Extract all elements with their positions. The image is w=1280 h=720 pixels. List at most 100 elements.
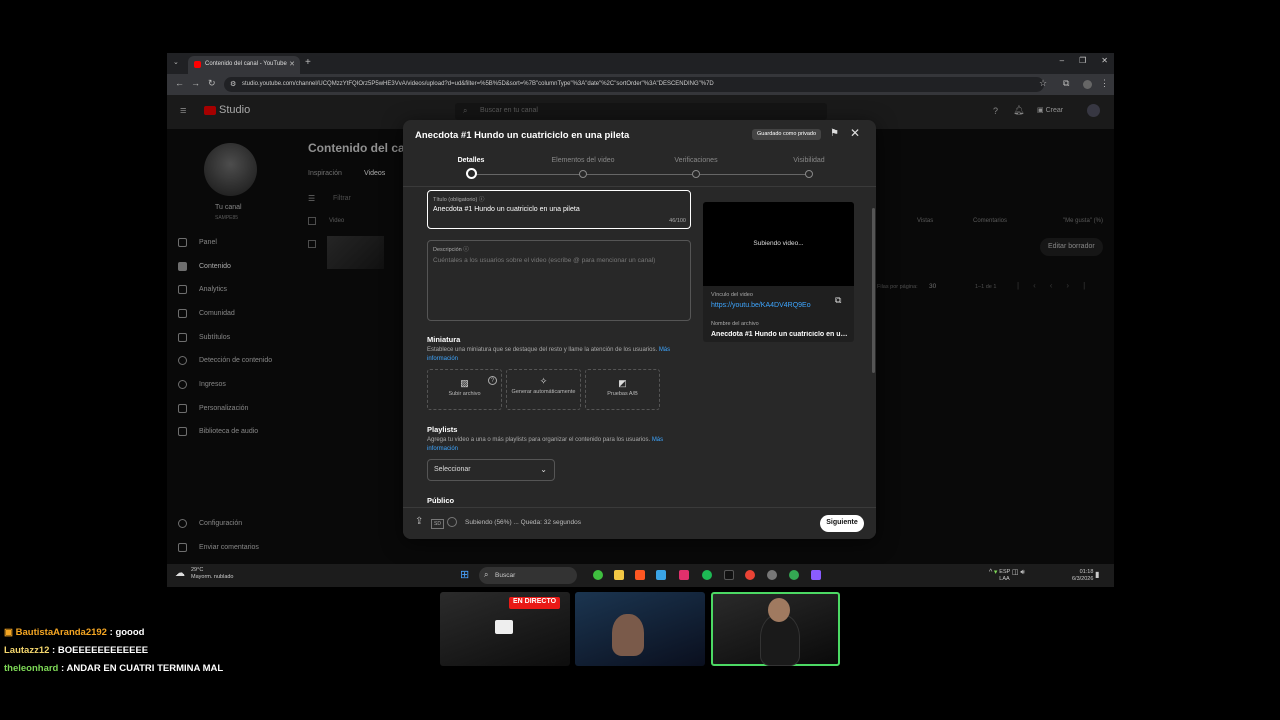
file-explorer-icon[interactable] [614, 570, 624, 580]
file-name-label: Nombre del archivo [711, 321, 759, 327]
playlist-select[interactable]: Seleccionar ⌄ [427, 459, 555, 481]
reload-icon[interactable]: ↻ [208, 78, 216, 89]
store-app-icon[interactable] [656, 570, 666, 580]
window-controls: – ❐ ✕ [1060, 56, 1108, 65]
bookmark-star-icon[interactable]: ☆ [1039, 78, 1047, 89]
chat-username: theleonhard [4, 663, 59, 674]
xbox-app-icon[interactable] [593, 570, 603, 580]
volume-icon[interactable]: ◫ 🔊︎ [1012, 569, 1025, 576]
weather-cloud-icon[interactable]: ☁ [175, 568, 185, 579]
video-link[interactable]: https://youtu.be/KA4DV4RQ9Eo [711, 302, 811, 309]
weather-temp: 29°C [191, 567, 204, 573]
chat-message: theleonhard : ANDAR EN CUATRI TERMINA MA… [4, 663, 224, 674]
step-details[interactable]: Detalles [431, 157, 511, 164]
title-char-count: 46/100 [669, 218, 686, 224]
title-label: Título (obligatorio) ⓘ [433, 197, 485, 203]
stepper-divider [403, 186, 876, 187]
tray-chevron-icon[interactable]: ^ [989, 569, 992, 576]
ab-test-button[interactable]: ◩ Pruebas A/B [585, 369, 660, 410]
taskbar-clock[interactable]: 01:18 6/3/2026 [1072, 569, 1093, 583]
youtube-favicon-icon [194, 61, 201, 68]
forward-icon[interactable]: → [191, 78, 200, 88]
tab-bar: ⌄ Contenido del canal - YouTube ✕ + – ❐ … [167, 53, 1114, 74]
step-video-elements[interactable]: Elementos del video [543, 157, 623, 164]
notifications-icon[interactable]: ▮ [1095, 570, 1099, 579]
copy-link-icon[interactable]: ⧉ [835, 295, 841, 306]
step-dot [692, 170, 700, 178]
tab-close-icon[interactable]: ✕ [289, 60, 295, 68]
new-tab-button[interactable]: + [305, 57, 311, 68]
settings-app-icon[interactable] [767, 570, 777, 580]
upload-progress-text: Subiendo (56%) ... Queda: 32 segundos [465, 519, 581, 526]
discord-icon[interactable] [811, 570, 821, 580]
weather-widget[interactable]: 29°C Mayorm. nublado [191, 567, 234, 581]
clock-date: 6/3/2026 [1072, 576, 1094, 582]
chevron-down-icon: ⌄ [540, 465, 547, 474]
upload-arrow-icon: ⇪ [415, 516, 424, 527]
instagram-icon[interactable] [679, 570, 689, 580]
monitor-light [495, 620, 513, 634]
windows-taskbar: ☁ 29°C Mayorm. nublado ⊞ ⌕ Buscar ^ ▾ ES… [167, 564, 1114, 587]
step-dot-active [466, 168, 477, 179]
step-checks[interactable]: Verificaciones [656, 157, 736, 164]
title-input[interactable]: Anecdota #1 Hundo un cuatriciclo en una … [433, 206, 580, 213]
playlist-select-value: Seleccionar [434, 466, 471, 473]
language-indicator[interactable]: ESP LAA [999, 569, 1010, 583]
extensions-icon[interactable]: ⧉ [1063, 78, 1069, 89]
step-visibility[interactable]: Visibilidad [769, 157, 849, 164]
streamer-head [768, 598, 790, 622]
spotify-icon[interactable] [702, 570, 712, 580]
help-circle-icon[interactable]: ⓘ [463, 247, 469, 253]
chat-username: BautistaAranda2192 [15, 627, 107, 638]
saved-private-badge: Guardado como privado [752, 129, 822, 140]
chat-message: ▣ BautistaAranda2192 : goood [4, 627, 145, 638]
description-placeholder: Cuéntales a los usuarios sobre el video … [433, 257, 656, 264]
thumbnail-help-icon[interactable]: ? [488, 376, 497, 385]
upload-thumbnail-label: Subir archivo [448, 391, 481, 397]
auto-generate-thumbnail-button[interactable]: ✧ Generar automáticamente [506, 369, 581, 410]
playlists-section-title: Playlists [427, 425, 458, 434]
description-label: Descripción ⓘ [433, 247, 469, 253]
sparkle-icon: ✧ [539, 376, 548, 386]
live-badge: EN DIRECTO [509, 597, 561, 609]
windows-start-icon[interactable]: ⊞ [460, 568, 469, 581]
step-dot [579, 170, 587, 178]
browser-menu-icon[interactable]: ⋮ [1100, 78, 1109, 89]
chat-message: Lautazz12 : BOEEEEEEEEEEEE [4, 645, 149, 656]
address-bar: ← → ↻ ⚙ studio.youtube.com/channel/UCQMz… [167, 74, 1114, 95]
thumbnail-section-description: Establece una miniatura que se destaque … [427, 347, 671, 362]
chat-text: ANDAR EN CUATRI TERMINA MAL [66, 663, 224, 674]
report-issue-icon[interactable]: ⚑ [830, 128, 839, 139]
title-field[interactable]: Título (obligatorio) ⓘ Anecdota #1 Hundo… [427, 190, 691, 229]
next-button[interactable]: Siguiente [820, 515, 864, 532]
maximize-icon[interactable]: ❐ [1079, 56, 1086, 65]
thumbnail-section-title: Miniatura [427, 335, 461, 344]
hd-icon: SD [431, 519, 444, 529]
tiktok-icon[interactable] [724, 570, 734, 580]
weather-desc: Mayorm. nublado [191, 574, 234, 580]
chat-text: BOEEEEEEEEEEEE [57, 645, 149, 656]
back-icon[interactable]: ← [175, 78, 184, 88]
step-dot [805, 170, 813, 178]
ab-test-icon: ◩ [618, 378, 627, 388]
brave-browser-icon[interactable] [635, 570, 645, 580]
help-circle-icon[interactable]: ⓘ [479, 197, 485, 203]
system-tray[interactable]: ^ ▾ ESP LAA ◫ 🔊︎ [989, 569, 1025, 583]
site-info-icon[interactable]: ⚙ [230, 80, 236, 88]
dialog-scrollbar[interactable] [872, 208, 875, 373]
chrome-icon[interactable] [745, 570, 755, 580]
close-window-icon[interactable]: ✕ [1101, 56, 1108, 65]
chrome-active-icon[interactable] [789, 570, 799, 580]
url-field[interactable]: ⚙ studio.youtube.com/channel/UCQMzzYtFQI… [224, 77, 1044, 92]
browser-window: ⌄ Contenido del canal - YouTube ✕ + – ❐ … [167, 53, 1114, 587]
tab-search-icon[interactable]: ⌄ [173, 58, 179, 66]
description-field[interactable]: Descripción ⓘ Cuéntales a los usuarios s… [427, 240, 691, 321]
minimize-icon[interactable]: – [1060, 56, 1064, 65]
profile-avatar[interactable] [1083, 80, 1092, 89]
dialog-title: Anecdota #1 Hundo un cuatriciclo en una … [415, 130, 630, 141]
chat-text: goood [115, 627, 145, 638]
clock-time: 01:18 [1079, 569, 1094, 575]
close-dialog-icon[interactable]: ✕ [850, 126, 860, 140]
taskbar-search[interactable]: ⌕ Buscar [479, 567, 577, 584]
browser-tab[interactable]: Contenido del canal - YouTube ✕ [188, 56, 300, 74]
